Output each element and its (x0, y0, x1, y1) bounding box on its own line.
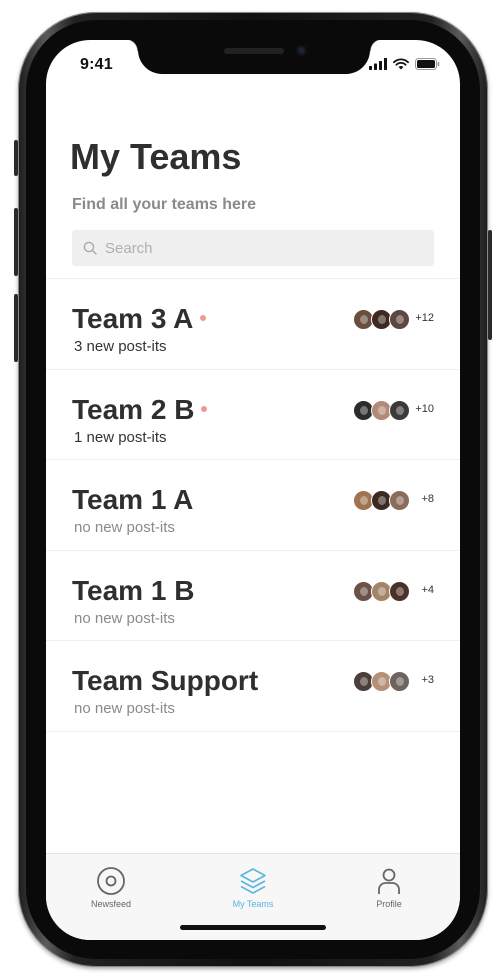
volume-up-button (14, 208, 18, 276)
extra-members-count: +8 (421, 493, 434, 505)
battery-icon (415, 58, 440, 70)
target-icon (97, 867, 125, 895)
new-indicator-dot (200, 315, 207, 321)
wifi-icon (393, 58, 409, 70)
extra-members-count: +3 (421, 674, 434, 686)
mute-switch (14, 140, 18, 176)
team-name-text: Team 2 B (72, 393, 195, 425)
team-name: Team 1 A (72, 484, 193, 516)
team-name-text: Team 1 B (72, 574, 195, 606)
team-row[interactable]: Team 1 A no new post-its +8 (46, 460, 460, 551)
team-row[interactable]: Team 1 B no new post-its +4 (46, 551, 460, 641)
home-indicator[interactable] (180, 925, 326, 930)
notch (126, 39, 382, 74)
page-title: My Teams (70, 136, 242, 177)
team-status: 3 new post-its (74, 338, 167, 355)
avatar (389, 490, 410, 511)
cellular-signal-icon (369, 58, 387, 70)
team-name: Team 1 B (72, 575, 194, 607)
status-icons (369, 58, 440, 70)
team-row[interactable]: Team 2 B 1 new post-its +10 (46, 370, 460, 460)
team-row[interactable]: Team Support no new post-its +3 (46, 641, 460, 732)
speaker-grille (224, 48, 284, 54)
team-name-text: Team 1 A (72, 484, 194, 515)
avatar (389, 399, 410, 421)
member-avatars (353, 309, 410, 330)
team-name-text: Team 3 A (72, 303, 194, 334)
extra-members-count: +10 (415, 402, 434, 415)
team-status: no new post-its (74, 519, 175, 536)
app-screen: 9:41 My Teams Find all your teams here S… (46, 40, 460, 940)
avatar (389, 580, 410, 602)
volume-down-button (14, 294, 18, 362)
avatar (389, 671, 410, 692)
page-subtitle: Find all your teams here (72, 196, 257, 213)
member-avatars (353, 399, 410, 421)
tab-label: My Teams (232, 899, 274, 909)
member-avatars (353, 580, 410, 602)
member-avatars (353, 671, 410, 692)
tab-label: Newsfeed (90, 899, 132, 909)
team-name-text: Team Support (72, 665, 259, 696)
front-camera (296, 45, 307, 56)
tab-my-teams[interactable]: My Teams (208, 866, 298, 909)
extra-members-count: +4 (421, 583, 434, 596)
team-list: Team 3 A 3 new post-its +12 Team 2 B 1 n… (46, 278, 460, 732)
team-name: Team Support (72, 665, 258, 697)
search-bar[interactable] (72, 230, 434, 266)
new-indicator-dot (201, 405, 208, 412)
team-status: no new post-its (74, 609, 175, 627)
tab-profile[interactable]: Profile (344, 866, 434, 909)
member-avatars (353, 490, 410, 511)
avatar (389, 309, 410, 330)
team-status: no new post-its (74, 700, 175, 717)
extra-members-count: +12 (415, 312, 434, 324)
person-icon (378, 868, 400, 894)
tab-newsfeed[interactable]: Newsfeed (66, 866, 156, 909)
search-input[interactable] (105, 239, 405, 257)
layers-icon (240, 868, 266, 894)
team-status: 1 new post-its (74, 428, 167, 446)
status-time: 9:41 (80, 56, 113, 73)
team-name: Team 2 B (72, 393, 208, 426)
team-row[interactable]: Team 3 A 3 new post-its +12 (46, 279, 460, 370)
tab-label: Profile (376, 899, 402, 909)
search-icon (83, 241, 97, 255)
power-button (488, 230, 492, 340)
team-name: Team 3 A (72, 303, 207, 335)
